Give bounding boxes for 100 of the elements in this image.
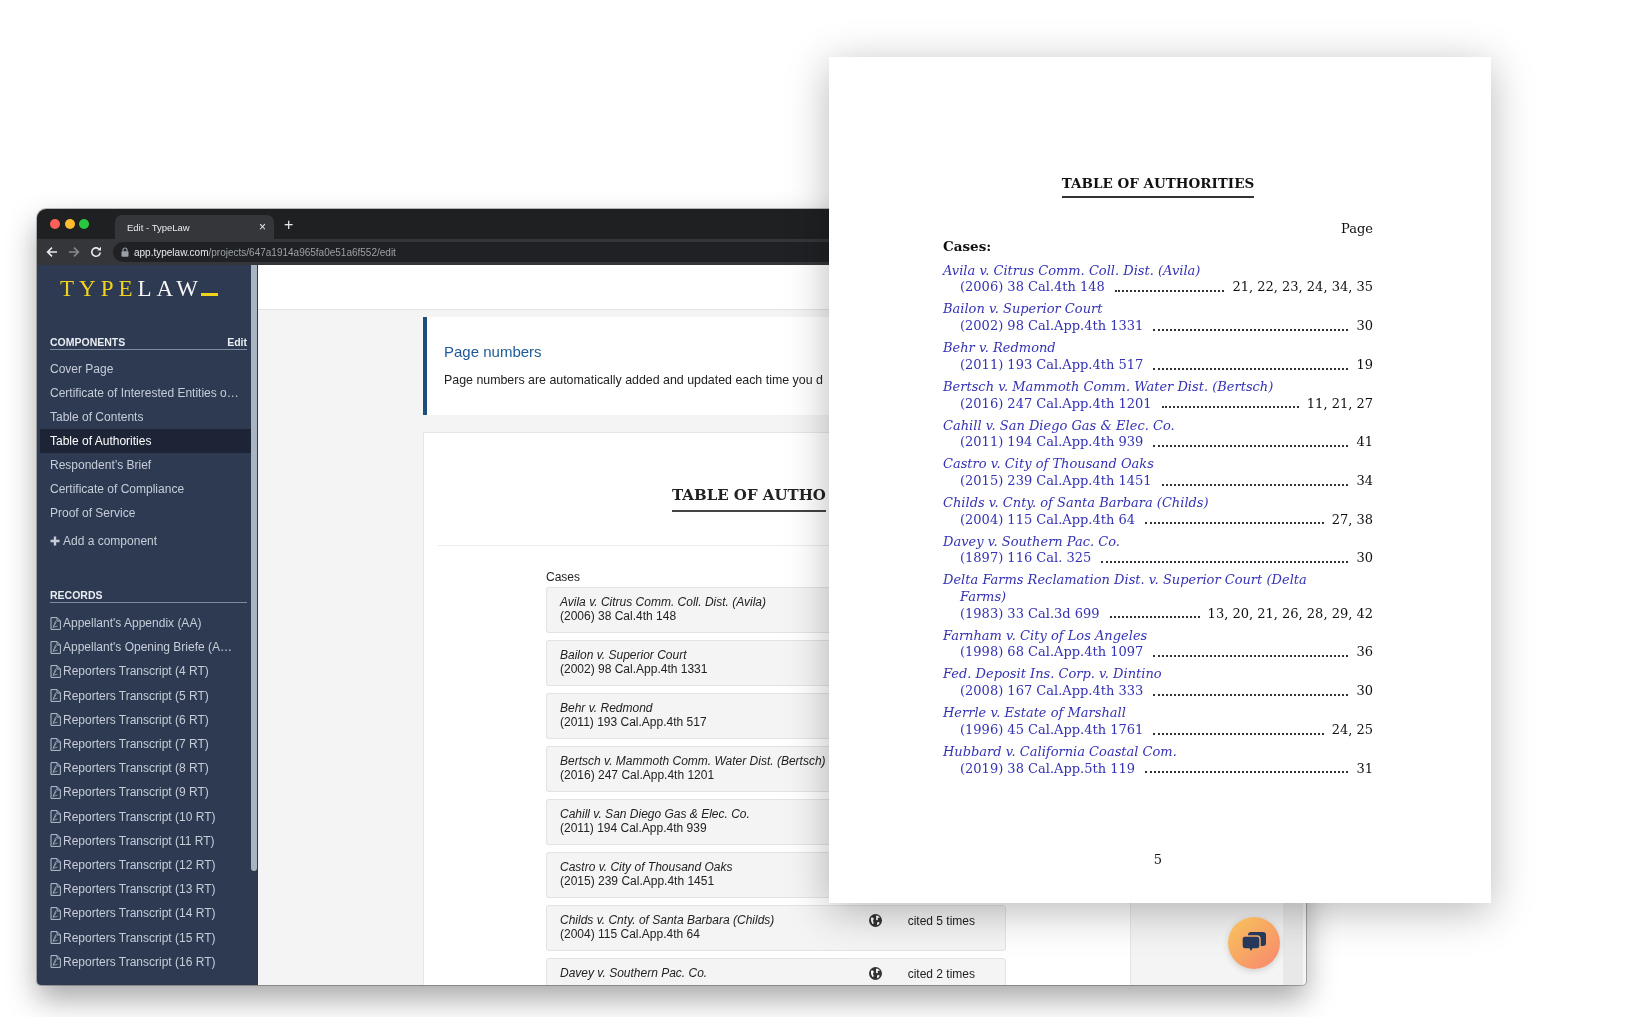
record-item[interactable]: Appellant's Appendix (AA) — [40, 611, 202, 636]
record-item[interactable]: Reporters Transcript (12 RT) — [40, 852, 216, 878]
record-item[interactable]: Reporters Transcript (7 RT) — [40, 731, 209, 757]
record-item[interactable]: Reporters Transcript (4 RT) — [40, 659, 209, 684]
pdf-file-icon — [50, 834, 61, 848]
record-item[interactable]: Reporters Transcript (9 RT) — [40, 780, 209, 805]
record-item[interactable]: Reporters Transcript (16 RT) — [40, 949, 216, 974]
page-numbers: 24, 25 — [1331, 721, 1373, 739]
address-field[interactable]: app.typelaw.com/projects/647a1914a965fa0e51a6f552/edit — [113, 242, 829, 262]
case-citation: (2011) 194 Cal.App.4th 939 — [560, 821, 707, 835]
page-numbers: 21, 22, 23, 24, 34, 35 — [1232, 279, 1373, 297]
case-title: Delta Farms Reclamation Dist. v. Superior Court (Delta Farms) — [943, 572, 1308, 606]
case-card[interactable]: Davey v. Southern Pac. Co. cited 2 times — [546, 958, 1006, 985]
case-card[interactable]: Childs v. Cnty. of Santa Barbara (Childs) (2004) 115 Cal.App.4th 64 cited 5 times — [546, 905, 1006, 951]
record-item[interactable]: Reporters Transcript (14 RT) — [40, 901, 216, 926]
globe-icon — [868, 914, 882, 928]
pdf-file-icon — [50, 640, 61, 654]
case-citation: (2004) 115 Cal.App.4th 64 — [560, 927, 700, 941]
record-item[interactable]: Reporters Transcript (6 RT) — [40, 707, 209, 732]
case-title: Fed. Deposit Ins. Corp. v. Dintino — [943, 666, 1162, 684]
section-heading: RECORDS — [50, 588, 103, 602]
page-numbers: 41 — [1356, 434, 1373, 451]
case-title: Castro v. City of Thousand Oaks — [560, 861, 733, 875]
case-citation: (1983) 33 Cal.3d 699 — [960, 605, 1100, 623]
add-component-button[interactable]: Add a component — [40, 529, 158, 553]
pdf-file-icon — [50, 737, 61, 751]
page-numbers: 34 — [1356, 472, 1373, 490]
page-numbers: 30 — [1356, 550, 1373, 567]
case-citation: (1998) 68 Cal.App.4th 1097 — [960, 644, 1144, 662]
sidebar-item[interactable]: Cover Page — [40, 357, 251, 381]
sidebar-item[interactable]: Table of Authorities — [40, 429, 251, 453]
browser-tab[interactable]: Edit - TypeLaw × — [115, 215, 274, 239]
case-title: Hubbard v. California Coastal Com. — [943, 743, 1177, 761]
record-item[interactable]: Reporters Transcript (15 RT) — [40, 925, 216, 950]
record-item[interactable]: Reporters Transcript (8 RT) — [40, 756, 209, 781]
case-citation: (2004) 115 Cal.App.4th 64 — [960, 511, 1135, 529]
record-item[interactable]: Reporters Transcript (10 RT) — [40, 804, 216, 829]
record-item[interactable]: Reporters Transcript (5 RT) — [40, 683, 209, 708]
sidebar-item[interactable]: Respondent’s Brief — [40, 453, 251, 477]
case-title: Castro v. City of Thousand Oaks — [943, 456, 1154, 473]
pdf-file-icon — [50, 931, 61, 945]
case-card[interactable]: Behr v. Redmond (2011) 193 Cal.App.4th 517 — [546, 693, 829, 739]
sidebar-item[interactable]: Proof of Service — [40, 501, 251, 525]
case-citation: (2015) 239 Cal.App.4th 1451 — [960, 472, 1152, 490]
sidebar-item[interactable]: Certificate of Interested Entities o… — [40, 381, 251, 405]
case-citation: (2008) 167 Cal.App.4th 333 — [960, 683, 1144, 700]
close-tab-button[interactable]: × — [259, 221, 266, 233]
record-item[interactable]: Reporters Transcript (13 RT) — [40, 877, 216, 902]
sidebar-item[interactable]: Certificate of Compliance — [40, 477, 251, 501]
reload-icon[interactable] — [90, 246, 102, 258]
case-card[interactable]: Bertsch v. Mammoth Comm. Water Dist. (Bertsch) (2016) 247 Cal.App.4th 1201 — [546, 746, 829, 792]
window-close-icon[interactable] — [50, 219, 60, 229]
case-title: Herrle v. Estate of Marshall — [943, 705, 1126, 722]
page-numbers: 13, 20, 21, 26, 28, 29, 42 — [1207, 605, 1373, 623]
page-numbers: 19 — [1356, 356, 1373, 374]
record-item[interactable]: Appellant's Opening Briefe (A… — [40, 635, 233, 660]
edit-link[interactable]: Edit — [227, 335, 247, 349]
case-title: Bailon v. Superior Court — [560, 649, 687, 663]
case-citation: (2011) 193 Cal.App.4th 517 — [960, 356, 1144, 374]
pdf-file-icon — [50, 761, 61, 775]
citation-count: cited 5 times — [907, 913, 975, 928]
pdf-file-icon — [50, 689, 61, 703]
case-title: Davey v. Southern Pac. Co. — [560, 967, 708, 981]
globe-icon — [868, 967, 882, 981]
case-citation: (2002) 98 Cal.App.4th 1331 — [560, 662, 708, 676]
case-title: Childs v. Cnty. of Santa Barbara (Childs) — [943, 494, 1209, 512]
window-minimize-icon[interactable] — [64, 219, 75, 229]
case-card[interactable]: Bailon v. Superior Court (2002) 98 Cal.App.4th 1331 — [546, 640, 829, 686]
case-card[interactable]: Castro v. City of Thousand Oaks (2015) 239 Cal.App.4th 1451 — [546, 852, 829, 898]
info-title: Page numbers — [444, 342, 542, 362]
pdf-file-icon — [50, 785, 61, 799]
case-citation: (2015) 239 Cal.App.4th 1451 — [560, 874, 715, 888]
case-title: Childs v. Cnty. of Santa Barbara (Childs) — [560, 914, 775, 928]
case-citation: (2002) 98 Cal.App.4th 1331 — [960, 318, 1144, 335]
record-item[interactable]: Reporters Transcript (11 RT) — [40, 828, 215, 853]
back-arrow-icon[interactable] — [46, 246, 58, 258]
case-title: Avila v. Citrus Comm. Coll. Dist. (Avila) — [560, 596, 767, 610]
case-card[interactable]: Cahill v. San Diego Gas & Elec. Co. (2011) 194 Cal.App.4th 939 — [546, 799, 829, 845]
case-card[interactable]: Avila v. Citrus Comm. Coll. Dist. (Avila) (2006) 38 Cal.4th 148 — [546, 587, 829, 633]
page-numbers: 11, 21, 27 — [1306, 395, 1373, 413]
forward-arrow-icon[interactable] — [68, 246, 80, 258]
case-citation: (1897) 116 Cal. 325 — [960, 550, 1092, 567]
chat-bubbles-icon — [1241, 931, 1267, 955]
case-title: Bertsch v. Mammoth Comm. Water Dist. (Bertsch) — [560, 755, 826, 769]
column-label: Page — [1341, 221, 1373, 237]
case-citation: (2006) 38 Cal.4th 148 — [960, 279, 1105, 297]
page-heading: TABLE OF AUTHORITIES — [1061, 174, 1255, 198]
case-title: Farnham v. City of Los Angeles — [943, 627, 1148, 645]
case-title: Bailon v. Superior Court — [943, 301, 1103, 319]
page-numbers: 27, 38 — [1331, 511, 1373, 529]
scrollbar-thumb[interactable] — [251, 265, 257, 871]
case-title: Cahill v. San Diego Gas & Elec. Co. — [560, 808, 750, 822]
pdf-file-icon — [50, 664, 61, 678]
new-tab-button[interactable]: + — [284, 217, 294, 233]
sidebar-item[interactable]: Table of Contents — [40, 405, 251, 429]
case-title: Bertsch v. Mammoth Comm. Water Dist. (Bertsch) — [943, 378, 1274, 396]
pdf-file-icon — [50, 882, 61, 896]
pdf-file-icon — [50, 955, 61, 969]
window-maximize-icon[interactable] — [79, 219, 89, 229]
pdf-file-icon — [50, 810, 61, 824]
